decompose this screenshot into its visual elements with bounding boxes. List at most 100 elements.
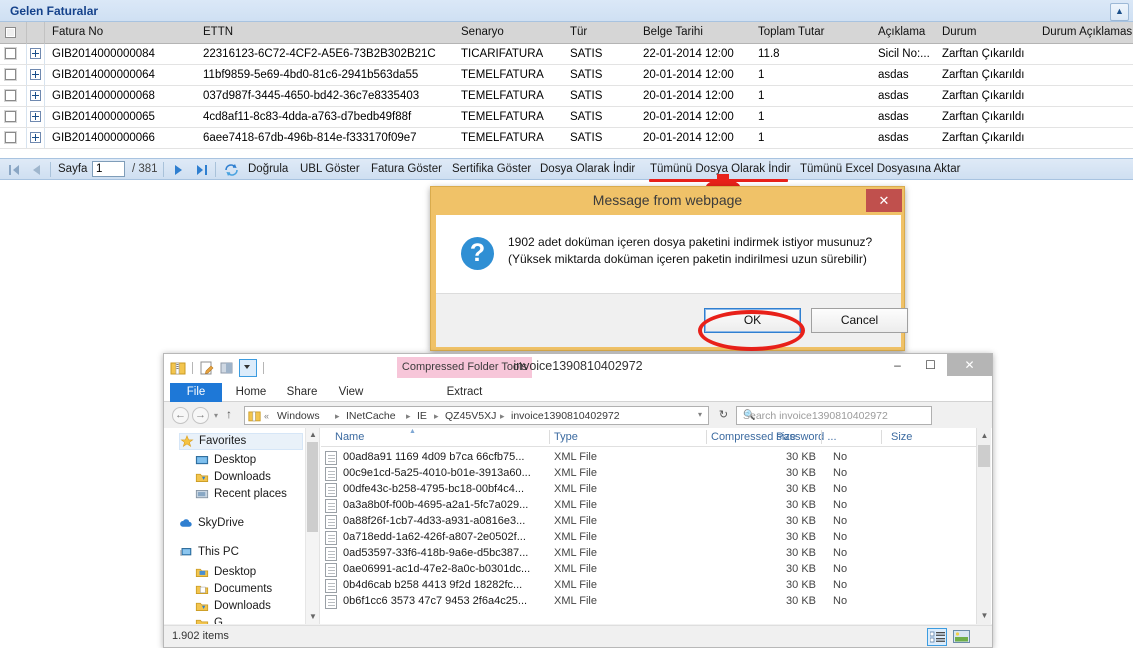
grid-column-header[interactable]: Fatura No xyxy=(52,26,103,38)
list-item[interactable]: 0b6f1cc6 3573 47c7 9453 2f6a4c25... XML F… xyxy=(321,594,976,610)
action-fatura-goster[interactable]: Fatura Göster xyxy=(371,163,442,175)
list-item[interactable]: 0ad53597-33f6-418b-9a6e-d5bc387... XML Fi… xyxy=(321,546,976,562)
list-item[interactable]: 0a3a8b0f-f00b-4695-a2a1-5fc7a029... XML F… xyxy=(321,498,976,514)
table-row[interactable]: GIB2014000000065 4cd8af11-8c83-4dda-a763-… xyxy=(0,107,1133,128)
previous-page-icon[interactable] xyxy=(30,163,43,177)
grid-column-header[interactable]: Senaryo xyxy=(461,26,504,38)
sidebar-item-skydrive[interactable]: SkyDrive xyxy=(179,516,309,533)
breadcrumb-item-1[interactable]: INetCache xyxy=(346,410,396,422)
row-checkbox[interactable] xyxy=(5,69,16,80)
table-row[interactable]: GIB2014000000066 6aee7418-67db-496b-814e-… xyxy=(0,128,1133,149)
list-item[interactable]: 00c9e1cd-5a25-4010-b01e-3913a60... XML Fi… xyxy=(321,466,976,482)
tab-view[interactable]: View xyxy=(329,383,373,402)
maximize-icon[interactable]: ☐ xyxy=(914,354,947,376)
table-row[interactable]: GIB2014000000084 22316123-6C72-4CF2-A5E6-… xyxy=(0,44,1133,65)
sidebar-item-g[interactable]: G xyxy=(195,616,319,624)
xml-file-icon xyxy=(325,531,337,545)
action-sertifika-goster[interactable]: Sertifika Göster xyxy=(452,163,531,175)
expand-row-icon[interactable] xyxy=(30,90,41,101)
grid-column-header[interactable]: ETTN xyxy=(203,26,233,38)
grid-column-header[interactable]: Tür xyxy=(570,26,587,38)
list-item[interactable]: 0a88f26f-1cb7-4d33-a931-a0816e3... XML Fi… xyxy=(321,514,976,530)
search-input[interactable]: Search invoice1390810402972 🔍 xyxy=(736,406,932,425)
select-all-checkbox[interactable] xyxy=(5,27,16,38)
tab-file[interactable]: File xyxy=(170,383,222,402)
next-page-icon[interactable] xyxy=(172,163,185,177)
large-icons-view-icon[interactable] xyxy=(952,628,972,646)
list-item[interactable]: 00dfe43c-b258-4795-bc18-00bf4c4... XML Fi… xyxy=(321,482,976,498)
file-column-header[interactable]: Password ... xyxy=(776,431,837,443)
breadcrumb-overflow-icon[interactable]: « xyxy=(264,411,269,421)
sidebar-item-desktop[interactable]: Desktop xyxy=(195,565,319,582)
expand-row-icon[interactable] xyxy=(30,69,41,80)
file-column-header[interactable]: Name xyxy=(335,431,364,443)
collapse-up-icon[interactable]: ▲ xyxy=(1110,3,1129,21)
vertical-scroll-thumb[interactable] xyxy=(978,445,990,467)
breadcrumb-item-4[interactable]: invoice1390810402972 xyxy=(511,410,620,422)
close-icon[interactable]: ✕ xyxy=(947,354,992,376)
chevron-down-icon[interactable]: ▾ xyxy=(698,410,702,419)
expand-row-icon[interactable] xyxy=(30,132,41,143)
recent-dropdown-icon[interactable]: ▾ xyxy=(214,411,218,420)
scroll-down-icon[interactable]: ▼ xyxy=(306,610,320,624)
minimize-icon[interactable]: – xyxy=(881,354,914,376)
breadcrumb-item-2[interactable]: IE xyxy=(417,410,427,422)
table-row[interactable]: GIB2014000000068 037d987f-3445-4650-bd42-… xyxy=(0,86,1133,107)
grid-column-header[interactable]: Açıklama xyxy=(878,26,925,38)
scroll-up-icon[interactable]: ▲ xyxy=(977,428,992,444)
tab-home[interactable]: Home xyxy=(226,383,276,402)
expand-row-icon[interactable] xyxy=(30,111,41,122)
expand-row-icon[interactable] xyxy=(30,48,41,59)
address-input[interactable]: « Windows ▸ INetCache ▸ IE ▸ QZ45V5XJ ▸ … xyxy=(244,406,709,425)
list-item[interactable]: 0ae06991-ac1d-47e2-8a0c-b0301dc... XML Fi… xyxy=(321,562,976,578)
list-item[interactable]: 0b4d6cab b258 4413 9f2d 18282fc... XML Fi… xyxy=(321,578,976,594)
page-number-input[interactable]: 1 xyxy=(92,161,125,177)
grid-column-header[interactable]: Toplam Tutar xyxy=(758,26,824,38)
breadcrumb-item-0[interactable]: Windows xyxy=(277,410,320,422)
up-arrow-icon[interactable]: ↑ xyxy=(226,407,232,421)
refresh-icon[interactable] xyxy=(224,163,239,177)
back-arrow-icon[interactable]: ← xyxy=(172,407,189,424)
action-tumunu-dosya-olarak-indir[interactable]: Tümünü Dosya Olarak İndir xyxy=(650,163,791,175)
sidebar-item-this-pc[interactable]: This PC xyxy=(179,545,309,562)
scroll-down-icon[interactable]: ▼ xyxy=(977,608,992,624)
file-list-vertical-scrollbar[interactable]: ▲ ▼ xyxy=(976,428,991,624)
action-tumunu-excel-aktar[interactable]: Tümünü Excel Dosyasına Aktar xyxy=(800,163,960,175)
first-page-icon[interactable] xyxy=(8,163,21,177)
sidebar-item-downloads[interactable]: Downloads xyxy=(195,599,319,616)
scroll-up-icon[interactable]: ▲ xyxy=(306,428,320,442)
list-item[interactable]: 0a718edd-1a62-426f-a807-2e0502f... XML Fi… xyxy=(321,530,976,546)
cancel-button[interactable]: Cancel xyxy=(811,308,908,333)
file-column-header[interactable]: Type xyxy=(554,431,578,443)
row-checkbox[interactable] xyxy=(5,48,16,59)
last-page-icon[interactable] xyxy=(195,163,208,177)
action-dogrula[interactable]: Doğrula xyxy=(248,163,288,175)
grid-column-header[interactable]: Durum xyxy=(942,26,977,38)
sidebar-item-documents[interactable]: Documents xyxy=(195,582,319,599)
sidebar-item-desktop[interactable]: Desktop xyxy=(195,453,319,470)
ok-button[interactable]: OK xyxy=(704,308,801,333)
action-ubl-goster[interactable]: UBL Göster xyxy=(300,163,360,175)
file-column-header[interactable]: Size xyxy=(891,431,912,443)
nav-scroll-thumb[interactable] xyxy=(307,442,318,532)
row-checkbox[interactable] xyxy=(5,111,16,122)
row-checkbox[interactable] xyxy=(5,132,16,143)
details-view-icon[interactable] xyxy=(927,628,947,646)
grid-column-header[interactable]: Durum Açıklaması xyxy=(1042,26,1133,38)
row-checkbox[interactable] xyxy=(5,90,16,101)
sidebar-item-downloads[interactable]: Downloads xyxy=(195,470,319,487)
action-dosya-olarak-indir[interactable]: Dosya Olarak İndir xyxy=(540,163,635,175)
forward-arrow-icon[interactable]: → xyxy=(192,407,209,424)
search-icon[interactable]: 🔍 xyxy=(743,410,926,421)
nav-pane-scrollbar[interactable]: ▲ ▼ xyxy=(305,428,319,624)
list-item[interactable]: 00ad8a91 1169 4d09 b7ca 66cfb75... XML Fi… xyxy=(321,450,976,466)
close-icon[interactable]: ✕ xyxy=(866,189,902,212)
sidebar-item-recent-places[interactable]: Recent places xyxy=(195,487,319,504)
sidebar-item-favorites[interactable]: Favorites xyxy=(179,433,303,450)
refresh-icon[interactable]: ↻ xyxy=(715,406,732,425)
table-row[interactable]: GIB2014000000064 11bf9859-5e69-4bd0-81c6-… xyxy=(0,65,1133,86)
tab-share[interactable]: Share xyxy=(279,383,325,402)
tab-extract[interactable]: Extract xyxy=(397,383,532,402)
breadcrumb-item-3[interactable]: QZ45V5XJ xyxy=(445,410,496,422)
grid-column-header[interactable]: Belge Tarihi xyxy=(643,26,703,38)
